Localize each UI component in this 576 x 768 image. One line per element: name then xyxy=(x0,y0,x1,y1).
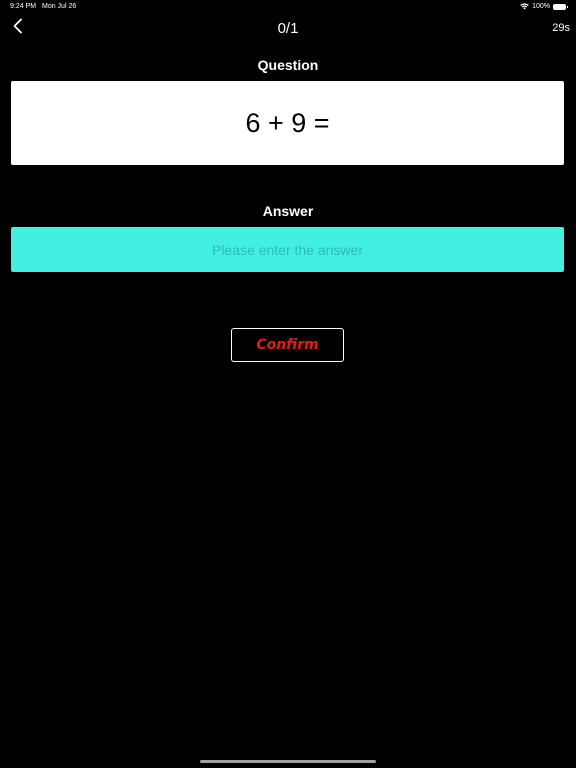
countdown-timer: 29s xyxy=(552,22,570,34)
battery-icon xyxy=(553,3,568,10)
status-bar: 9:24 PM Mon Jul 26 100% xyxy=(0,0,576,14)
nav-bar: 0/1 29s xyxy=(0,14,576,44)
wifi-icon xyxy=(520,3,529,10)
confirm-button[interactable]: Confirm xyxy=(231,328,344,362)
battery-percent: 100% xyxy=(532,3,550,10)
home-indicator xyxy=(200,760,376,763)
status-date: Mon Jul 26 xyxy=(42,3,77,10)
status-time: 9:24 PM xyxy=(10,3,37,10)
question-heading: Question xyxy=(257,57,319,73)
progress-counter: 0/1 xyxy=(277,20,299,37)
answer-heading: Answer xyxy=(262,203,314,219)
battery-fill xyxy=(554,4,565,9)
question-card: 6 + 9 = xyxy=(11,81,564,165)
status-indicators: 100% xyxy=(520,3,568,10)
question-text: 6 + 9 = xyxy=(245,107,330,138)
answer-input[interactable] xyxy=(11,227,564,272)
